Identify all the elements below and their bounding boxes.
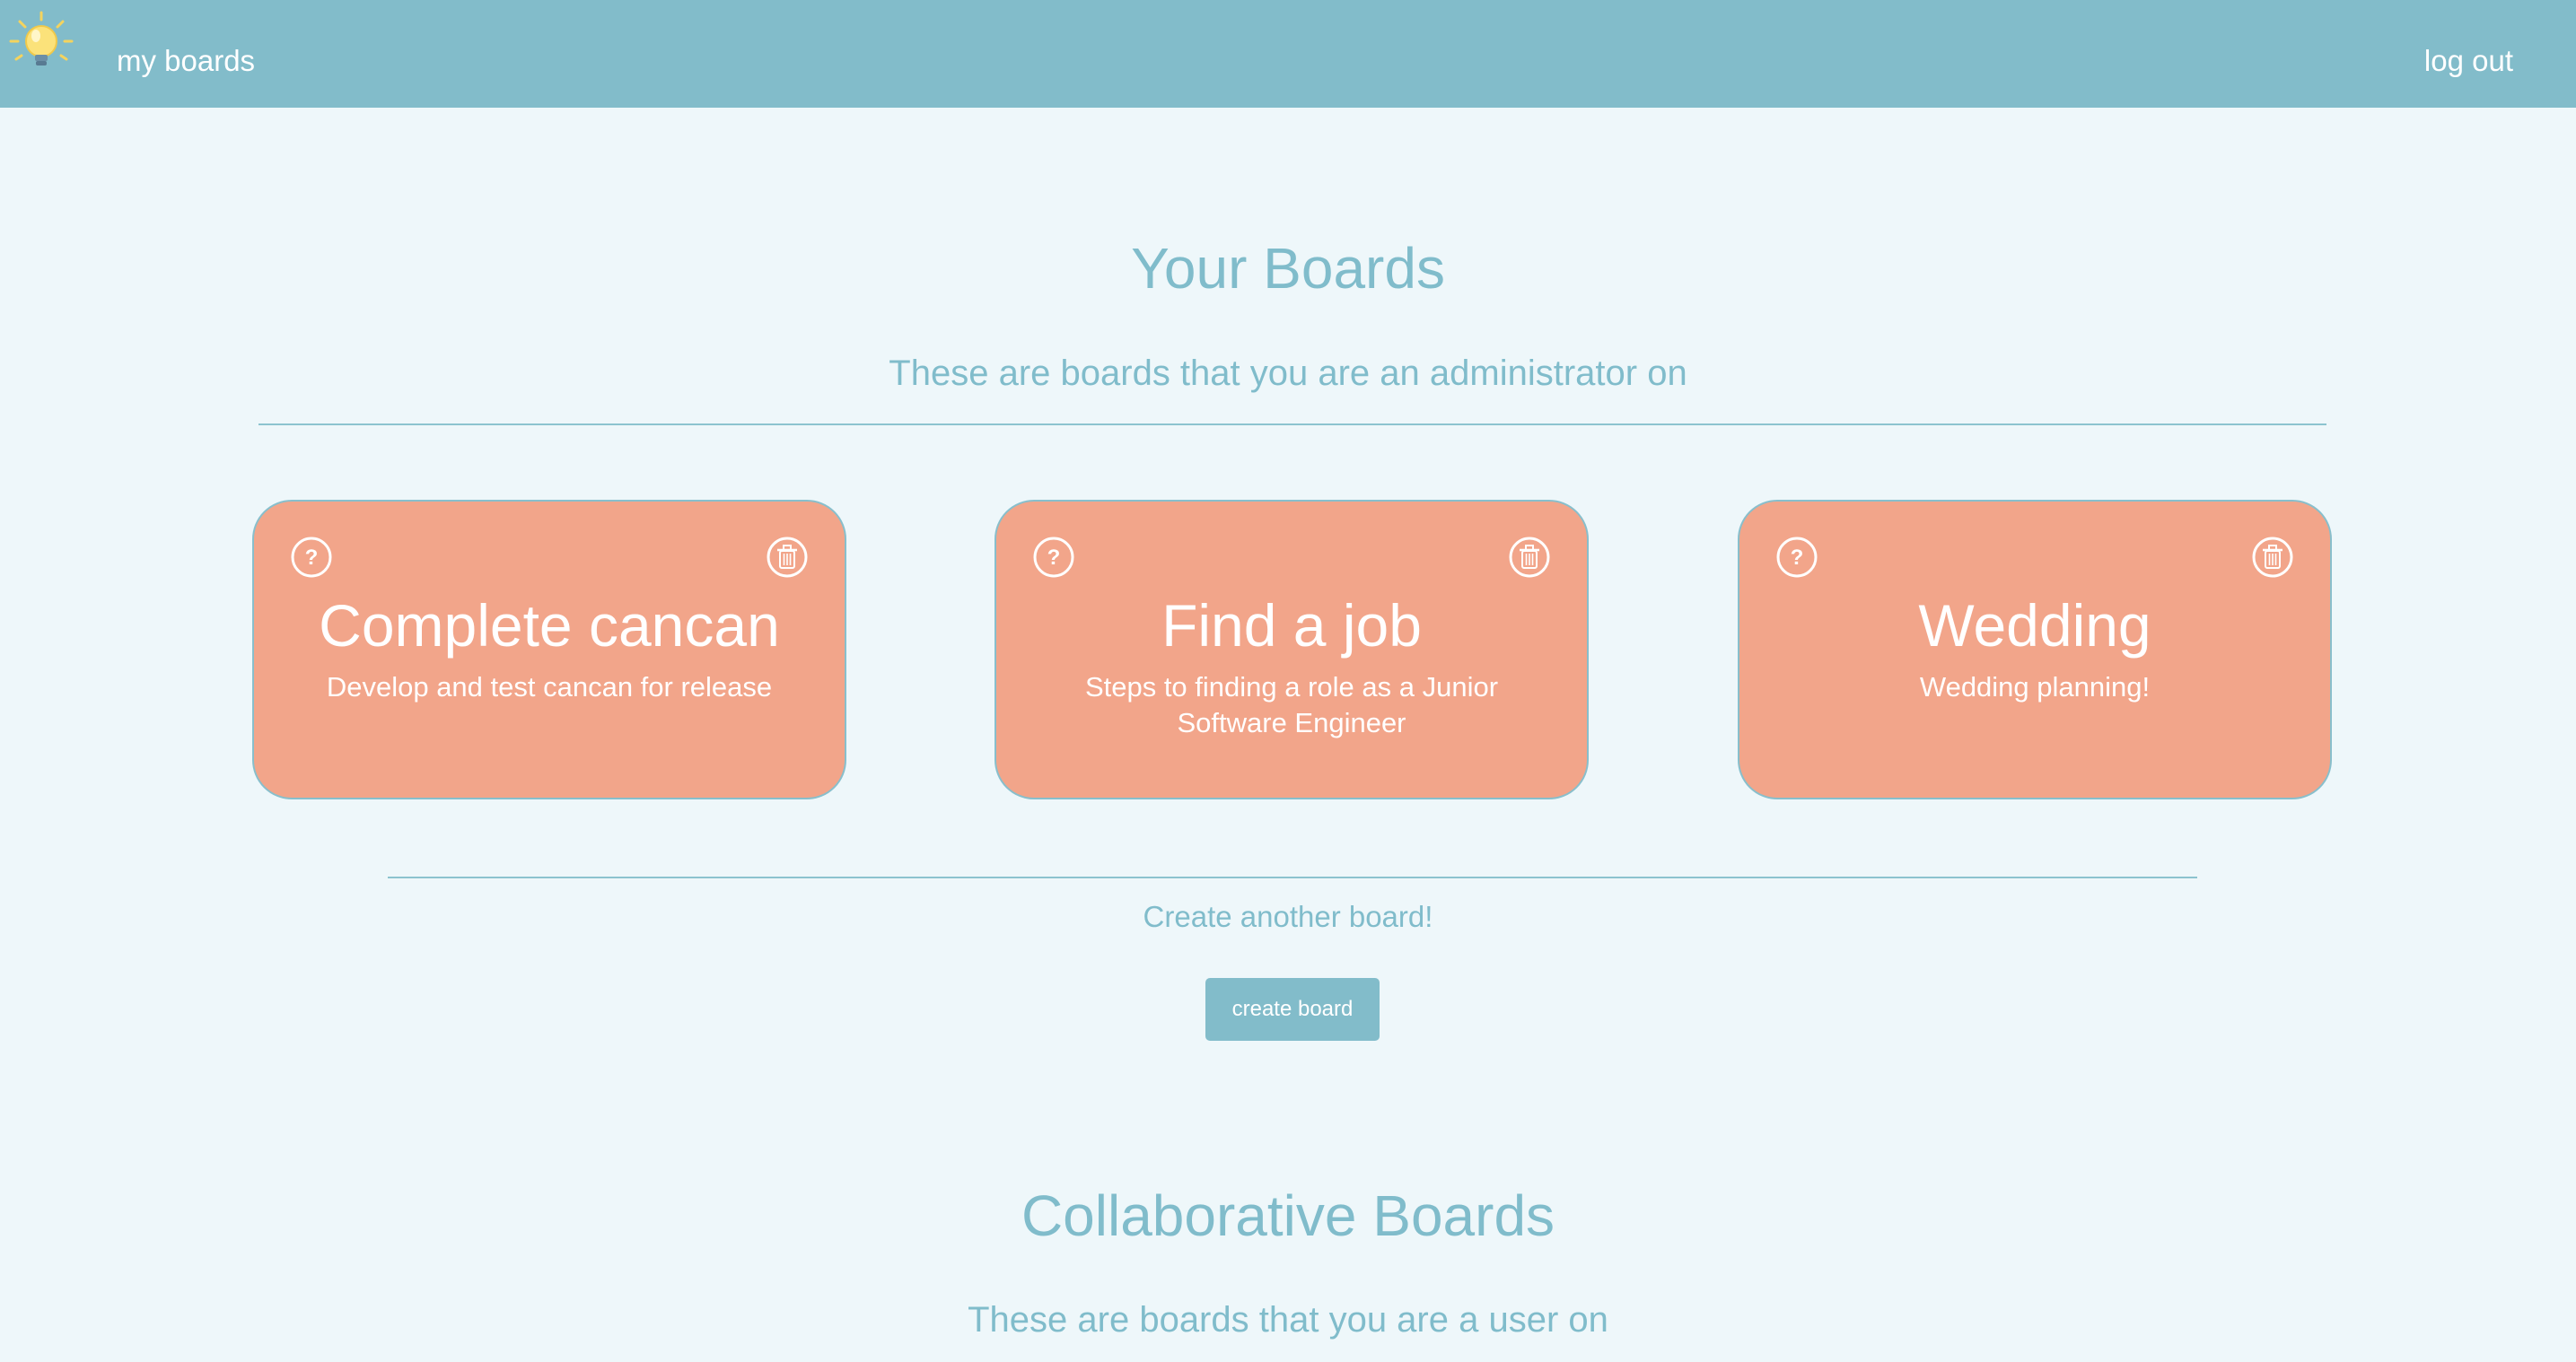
svg-text:?: ?	[305, 546, 319, 570]
board-title: Wedding	[1918, 592, 2151, 659]
top-navbar: my boards log out	[0, 0, 2576, 108]
trash-icon[interactable]	[1508, 536, 1551, 579]
question-circle-icon[interactable]: ?	[290, 536, 333, 579]
board-title: Find a job	[1161, 592, 1422, 659]
question-circle-icon[interactable]: ?	[1032, 536, 1075, 579]
board-description: Develop and test cancan for release	[326, 671, 773, 703]
question-circle-icon[interactable]: ?	[1775, 536, 1818, 579]
svg-text:?: ?	[1791, 546, 1804, 570]
create-divider	[388, 877, 2197, 878]
create-board-prompt: Create another board!	[1143, 900, 1433, 933]
svg-text:?: ?	[1047, 546, 1061, 570]
create-board-button[interactable]: create board	[1205, 978, 1380, 1041]
your-boards-subtitle: These are boards that you are an adminis…	[889, 354, 1687, 393]
lightbulb-icon[interactable]	[7, 9, 75, 77]
board-title: Complete cancan	[319, 592, 780, 659]
board-description: Steps to finding a role as a Junior Soft…	[1084, 671, 1499, 738]
nav-my-boards-link[interactable]: my boards	[117, 0, 255, 108]
collaborative-boards-title: Collaborative Boards	[1021, 1183, 1555, 1248]
collaborative-boards-subtitle: These are boards that you are a user on	[968, 1300, 1608, 1340]
board-card-find-a-job[interactable]: ? Find a job Steps to finding a role as …	[994, 500, 1589, 799]
board-card-complete-cancan[interactable]: ? Complete cancan Develop and test canca…	[252, 500, 846, 799]
your-boards-title: Your Boards	[1131, 236, 1445, 301]
trash-icon[interactable]	[766, 536, 809, 579]
board-description: Wedding planning!	[1919, 671, 2151, 703]
log-out-link[interactable]: log out	[2424, 0, 2513, 108]
trash-icon[interactable]	[2251, 536, 2294, 579]
board-card-wedding[interactable]: ? Wedding Wedding planning!	[1738, 500, 2332, 799]
your-boards-divider	[258, 423, 2326, 425]
